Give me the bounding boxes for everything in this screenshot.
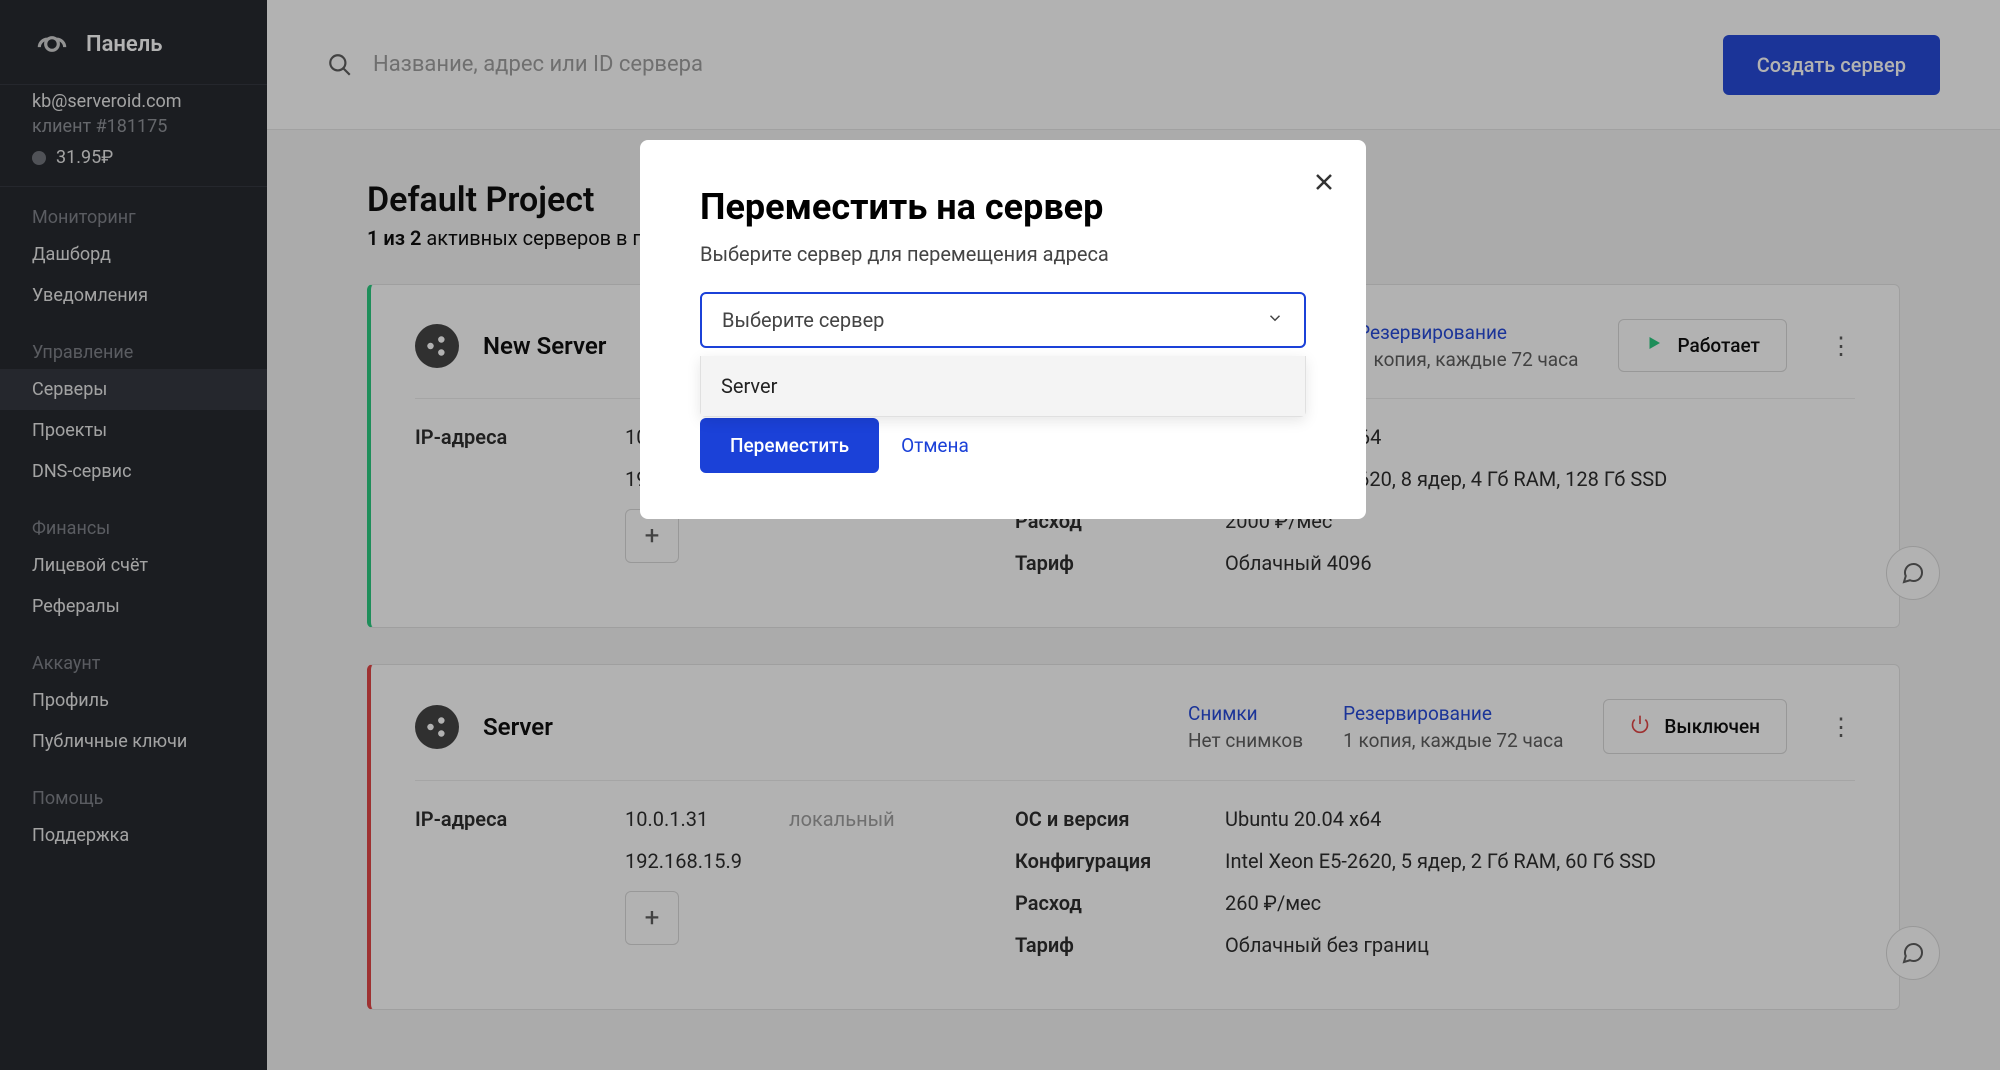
server-select[interactable]: Выберите сервер xyxy=(700,292,1306,348)
server-select-option[interactable]: Server xyxy=(701,356,1305,416)
modal-subtitle: Выберите сервер для перемещения адреса xyxy=(700,242,1306,266)
chevron-down-icon xyxy=(1266,308,1284,332)
close-icon[interactable] xyxy=(1308,166,1340,198)
modal-actions: Переместить Отмена xyxy=(700,418,1306,473)
confirm-move-button[interactable]: Переместить xyxy=(700,418,879,473)
select-placeholder: Выберите сервер xyxy=(722,308,884,332)
move-server-modal: Переместить на сервер Выберите сервер дл… xyxy=(640,140,1366,519)
cancel-button[interactable]: Отмена xyxy=(901,434,969,457)
modal-title: Переместить на сервер xyxy=(700,186,1306,228)
server-select-dropdown: Server xyxy=(700,356,1306,417)
